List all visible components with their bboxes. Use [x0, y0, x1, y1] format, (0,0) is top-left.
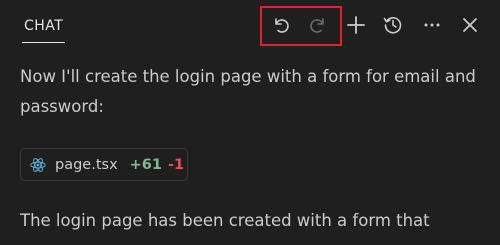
lines-added: +61 [129, 156, 162, 173]
chat-toolbar [0, 0, 500, 52]
undo-button[interactable] [268, 12, 294, 38]
more-actions-button[interactable] [419, 12, 445, 38]
redo-icon [310, 18, 324, 33]
redo-button[interactable] [305, 12, 331, 38]
plus-icon [347, 16, 365, 34]
undo-icon [275, 18, 289, 33]
assistant-message-outro: The login page has been created with a f… [20, 211, 430, 230]
ellipsis-icon [424, 23, 440, 27]
file-name: page.tsx [55, 156, 118, 173]
history-icon [383, 16, 402, 34]
new-chat-button[interactable] [343, 12, 369, 38]
close-icon [463, 18, 477, 32]
assistant-message-intro: Now I'll create the login page with a fo… [20, 67, 476, 116]
history-button[interactable] [380, 12, 406, 38]
react-icon [30, 157, 46, 172]
lines-removed: -1 [167, 156, 185, 173]
chat-messages: Now I'll create the login page with a fo… [20, 62, 490, 122]
chat-header: CHAT [0, 0, 500, 52]
file-change-chip[interactable]: page.tsx +61 -1 [20, 148, 188, 181]
close-button[interactable] [457, 12, 483, 38]
